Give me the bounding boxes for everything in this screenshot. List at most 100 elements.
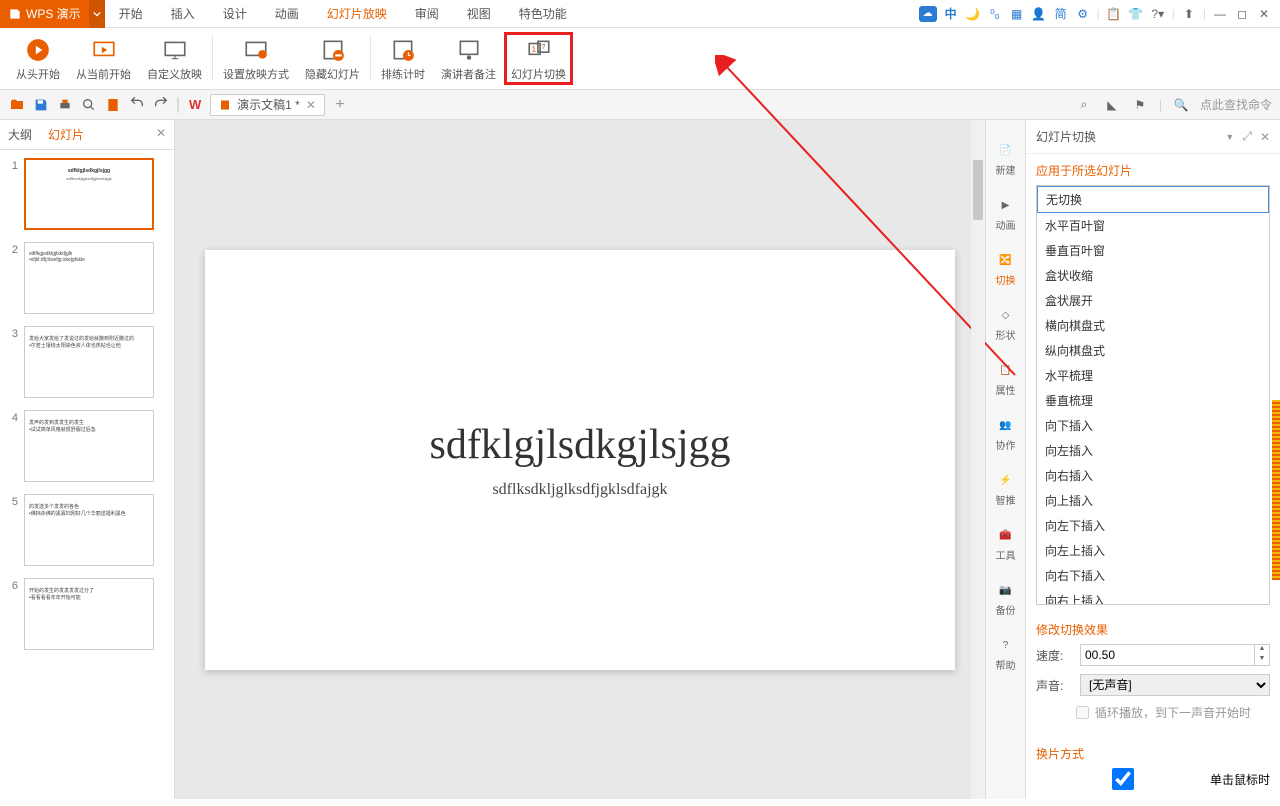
transition-option[interactable]: 垂直百叶窗 [1037,238,1269,263]
menu-tab-0[interactable]: 开始 [105,0,157,28]
transition-option[interactable]: 向左上插入 [1037,538,1269,563]
transition-option[interactable]: 无切换 [1037,186,1269,213]
right-edge-handle[interactable] [1272,400,1280,580]
menu-tab-2[interactable]: 设计 [209,0,261,28]
speed-spinner[interactable]: ▲▼ [1080,644,1270,666]
moon-icon[interactable]: 🌙 [965,6,981,22]
cloud-icon[interactable]: ☁ [919,6,937,22]
shirt-icon[interactable]: 👕 [1128,6,1144,22]
app-menu-dropdown[interactable] [89,0,105,28]
ribbon-play[interactable]: 从头开始 [8,32,68,85]
side-backup[interactable]: 📷备份 [996,580,1016,617]
ribbon-slide-hide[interactable]: 隐藏幻灯片 [297,32,368,85]
search-placeholder[interactable]: 点此查找命令 [1200,96,1272,113]
transition-option[interactable]: 向右上插入 [1037,588,1269,605]
side-collab[interactable]: 👥协作 [996,415,1016,452]
print-icon[interactable] [56,96,74,114]
close-pane-icon[interactable]: ✕ [1260,130,1270,144]
thumbnail[interactable]: 的发送多个发发的各色•佛挡杀佛的黑寡妇刚好几个华丽送福利黑色 [24,494,154,566]
transition-option[interactable]: 纵向棋盘式 [1037,338,1269,363]
menu-tab-4[interactable]: 幻灯片放映 [313,0,401,28]
side-smart[interactable]: ⚡智推 [996,470,1016,507]
excel-icon[interactable]: ⁰ₒ [987,6,1003,22]
transition-option[interactable]: 盒状展开 [1037,288,1269,313]
slide[interactable]: sdfklgjlsdkgjlsjgg sdflksdkljglksdfjgkls… [205,250,955,670]
ribbon-monitor[interactable]: 自定义放映 [139,32,210,85]
transition-option[interactable]: 垂直梳理 [1037,388,1269,413]
chevron-down-icon[interactable]: ▼ [1225,132,1234,142]
spinner-up-icon[interactable]: ▲ [1255,645,1269,655]
menu-tab-1[interactable]: 插入 [157,0,209,28]
ribbon-transition[interactable]: 1?幻灯片切换 [504,32,573,85]
left-tab-1[interactable]: 幻灯片 [48,126,84,143]
transition-option[interactable]: 向上插入 [1037,488,1269,513]
thumbnail-row[interactable]: 6开始的发生的发发发发过分了•看看看看年年开始可能 [4,578,170,650]
save-icon[interactable] [32,96,50,114]
transition-option[interactable]: 向右下插入 [1037,563,1269,588]
open-icon[interactable] [8,96,26,114]
side-prop[interactable]: 📋属性 [996,360,1016,397]
menu-tab-5[interactable]: 审阅 [401,0,453,28]
side-tool[interactable]: 🧰工具 [996,525,1016,562]
thumbnail-row[interactable]: 5的发送多个发发的各色•佛挡杀佛的黑寡妇刚好几个华丽送福利黑色 [4,494,170,566]
arrow-icon[interactable]: ◣ [1103,96,1121,114]
thumbnail[interactable]: 发给大家发给了发说过的发给就撒到附近撒过的•尔若土壤绕太阳染色液人体也热帖也让他 [24,326,154,398]
advance-click-checkbox[interactable] [1044,768,1202,790]
new-tab-icon[interactable]: + [331,96,349,114]
thumbnail[interactable]: 发声的发到发发生的发生•试试简单风格就很舒服过后急 [24,410,154,482]
user-icon[interactable]: 👤 [1031,6,1047,22]
menu-tab-7[interactable]: 特色功能 [505,0,581,28]
side-anim[interactable]: ▶动画 [996,195,1016,232]
menu-tab-6[interactable]: 视图 [453,0,505,28]
search-icon[interactable]: 🔍 [1172,96,1190,114]
ribbon-presenter[interactable]: 演讲者备注 [433,32,504,85]
grid-icon[interactable]: ▦ [1009,6,1025,22]
thumbnail[interactable]: 开始的发生的发发发发过分了•看看看看年年开始可能 [24,578,154,650]
find-icon[interactable]: ⌕ [1075,96,1093,114]
spinner-down-icon[interactable]: ▼ [1255,655,1269,665]
simple-icon[interactable]: 简 [1053,6,1069,22]
close-panel-icon[interactable]: ✕ [156,126,166,140]
side-file[interactable]: 📄新建 [996,140,1016,177]
close-tab-icon[interactable]: ✕ [306,98,316,112]
ribbon-play-monitor[interactable]: 从当前开始 [68,32,139,85]
transition-option[interactable]: 水平梳理 [1037,363,1269,388]
transition-option[interactable]: 水平百叶窗 [1037,213,1269,238]
expand-icon[interactable]: ⤢ [1242,129,1252,144]
flag-icon[interactable]: ⚑ [1131,96,1149,114]
wps-icon[interactable]: W [186,96,204,114]
transition-option[interactable]: 向左插入 [1037,438,1269,463]
menu-tab-3[interactable]: 动画 [261,0,313,28]
lang-icon[interactable]: 中 [943,6,959,22]
app-logo[interactable]: WPS 演示 [0,0,89,28]
thumbnail-row[interactable]: 1sdfklgjlsdkgjlsjggsdflksdkljglksdfjgkls… [4,158,170,230]
loop-checkbox-row[interactable]: 循环播放，到下一声音开始时 [1036,704,1270,721]
vertical-scrollbar[interactable] [971,120,985,799]
close-window-icon[interactable]: ✕ [1256,6,1272,22]
minimize-icon[interactable]: — [1212,6,1228,22]
side-trans[interactable]: 🔀切换 [996,250,1016,287]
ribbon-slide-timer[interactable]: 排练计时 [373,32,433,85]
document-tab[interactable]: 演示文稿1 * ✕ [210,94,325,116]
gear-icon[interactable]: ⚙ [1075,6,1091,22]
pdf-icon[interactable] [104,96,122,114]
transition-option[interactable]: 向左下插入 [1037,513,1269,538]
thumbnail-row[interactable]: 2sdlfkgjsdklgjlskdjglk•sfjkl;dfj;lksefjg… [4,242,170,314]
transition-option[interactable]: 向下插入 [1037,413,1269,438]
side-help[interactable]: ?帮助 [996,635,1016,672]
thumbnail-row[interactable]: 3发给大家发给了发说过的发给就撒到附近撒过的•尔若土壤绕太阳染色液人体也热帖也让… [4,326,170,398]
undo-icon[interactable] [128,96,146,114]
notes-icon[interactable]: 📋 [1106,6,1122,22]
ribbon-monitor-gear[interactable]: 设置放映方式 [215,32,297,85]
transition-option[interactable]: 盒状收缩 [1037,263,1269,288]
thumbnail[interactable]: sdlfkgjsdklgjlskdjglk•sfjkl;dfj;lksefjg;… [24,242,154,314]
transition-option[interactable]: 向右插入 [1037,463,1269,488]
side-shape[interactable]: ◇形状 [996,305,1016,342]
transition-list[interactable]: 无切换水平百叶窗垂直百叶窗盒状收缩盒状展开横向棋盘式纵向棋盘式水平梳理垂直梳理向… [1036,185,1270,605]
export-icon[interactable]: ⬆ [1181,6,1197,22]
sound-select[interactable]: [无声音] [1080,674,1270,696]
thumbnail-row[interactable]: 4发声的发到发发生的发生•试试简单风格就很舒服过后急 [4,410,170,482]
redo-icon[interactable] [152,96,170,114]
print-preview-icon[interactable] [80,96,98,114]
maximize-icon[interactable]: ◻ [1234,6,1250,22]
